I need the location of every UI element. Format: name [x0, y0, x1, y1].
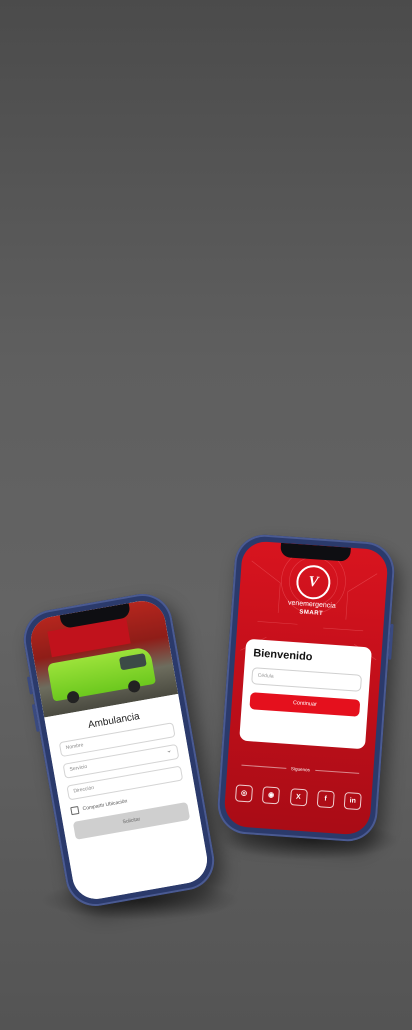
instagram-icon[interactable]: ◉: [262, 786, 281, 805]
facebook-icon[interactable]: f: [316, 790, 335, 809]
login-screen: V venemergencia SMART Bienvenido Cédula …: [223, 540, 389, 836]
side-button: [388, 623, 394, 660]
x-icon[interactable]: X: [289, 788, 308, 807]
whatsapp-icon[interactable]: ◎: [234, 784, 254, 803]
login-card: Bienvenido Cédula Continuar: [239, 638, 372, 750]
side-button: [26, 676, 33, 695]
phone-mockup-login: V venemergencia SMART Bienvenido Cédula …: [215, 532, 397, 844]
van-wheel: [66, 690, 81, 705]
id-number-input[interactable]: Cédula: [251, 667, 363, 692]
side-button: [31, 703, 40, 733]
divider-line: [314, 769, 360, 774]
ambulance-screen: Ambulancia Nombre Servicio Dirección Com…: [27, 597, 211, 903]
van-wheel: [127, 679, 142, 694]
phone-mockup-ambulance: Ambulancia Nombre Servicio Dirección Com…: [19, 589, 219, 911]
share-location-label: Compartir Ubicación: [82, 798, 128, 813]
ambulance-form: Ambulancia Nombre Servicio Dirección Com…: [44, 693, 211, 903]
divider-line: [241, 764, 286, 769]
linkedin-icon[interactable]: in: [343, 791, 362, 811]
share-location-checkbox[interactable]: [70, 805, 80, 816]
welcome-title: Bienvenido: [252, 647, 313, 664]
van-window: [118, 653, 147, 671]
continue-button[interactable]: Continuar: [249, 692, 361, 717]
